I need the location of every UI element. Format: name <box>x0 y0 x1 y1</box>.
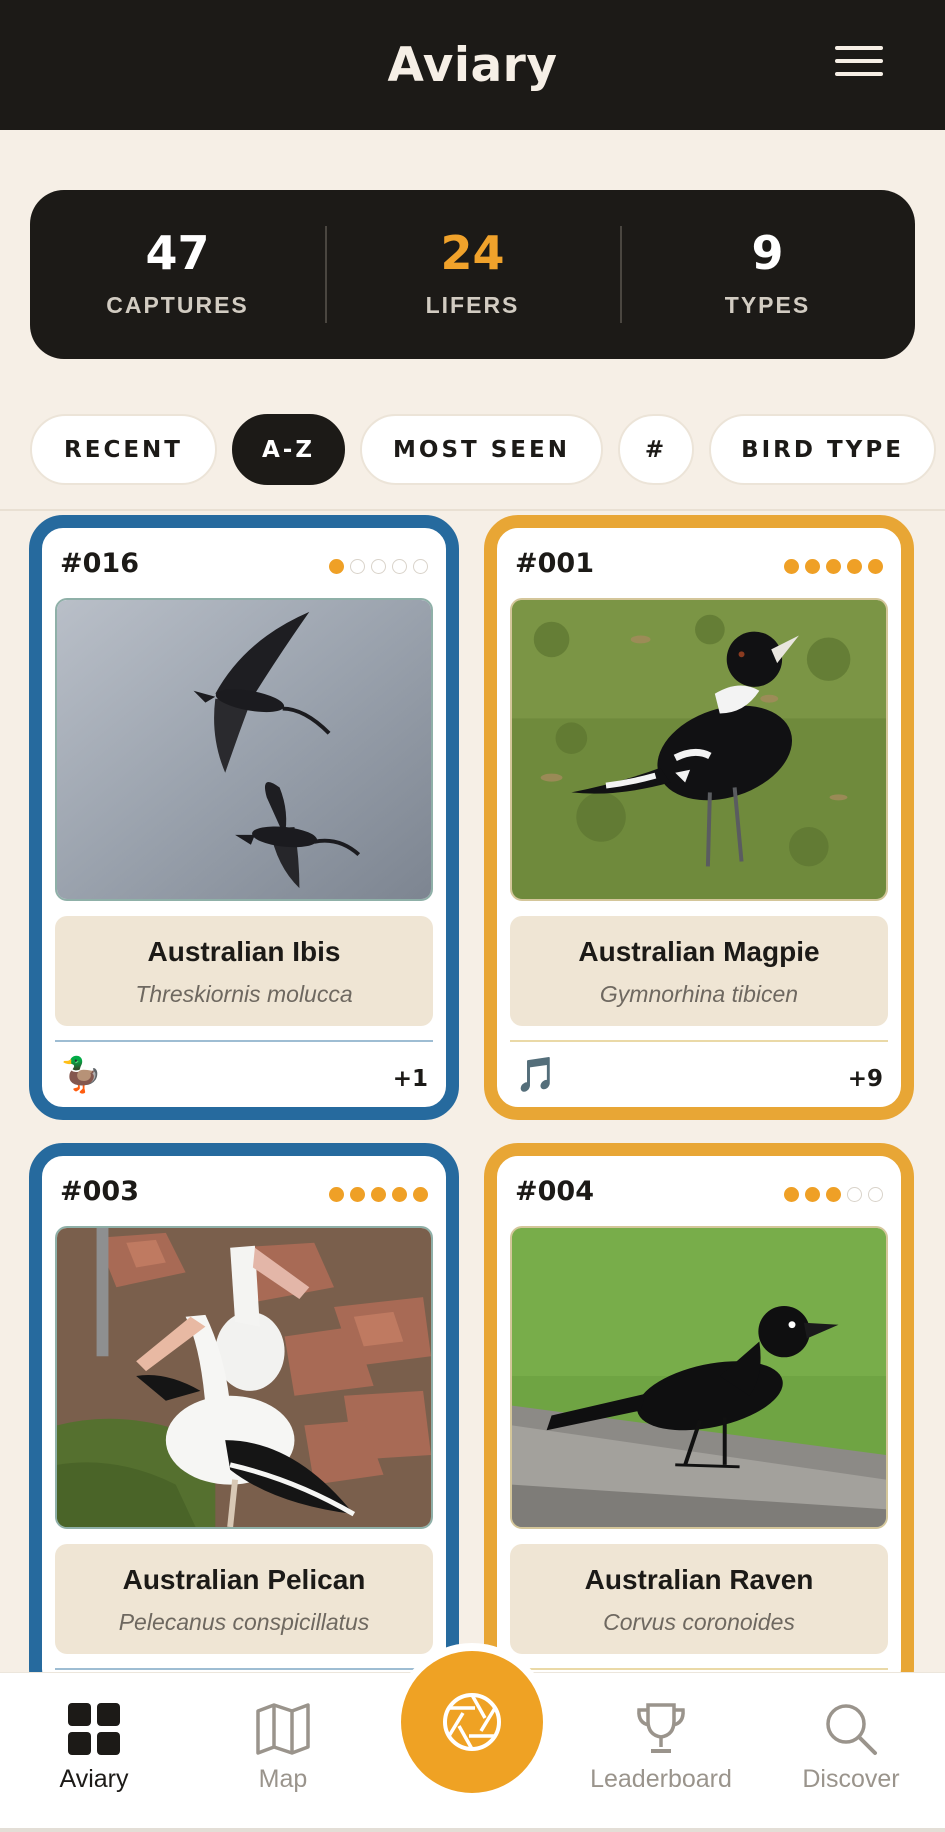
rating-dot <box>392 1187 407 1202</box>
rating-dot <box>784 559 799 574</box>
rating-dot <box>826 559 841 574</box>
nav-label: Leaderboard <box>590 1765 732 1793</box>
name-panel: Australian Ibis Threskiornis molucca <box>55 916 433 1026</box>
name-panel: Australian Magpie Gymnorhina tibicen <box>510 916 888 1026</box>
sighting-count: +1 <box>392 1066 428 1092</box>
card-divider <box>510 1668 888 1670</box>
nav-label: Aviary <box>59 1765 129 1793</box>
rating-dot <box>350 1187 365 1202</box>
scientific-name: Threskiornis molucca <box>135 981 353 1007</box>
bird-photo <box>55 1226 433 1529</box>
stats-summary: 47 CAPTURES 24 LIFERS 9 TYPES <box>30 190 915 359</box>
rating-dot <box>329 559 344 574</box>
bird-card-ibis[interactable]: #016 Australian Ibis Threskiornis molucc… <box>29 515 459 1120</box>
scientific-name: Gymnorhina tibicen <box>599 981 799 1007</box>
rating-dots <box>329 559 428 574</box>
rating-dot <box>371 1187 386 1202</box>
sighting-count: +9 <box>847 1066 883 1092</box>
scientific-name: Corvus coronoides <box>603 1609 795 1635</box>
duck-icon: 🦆 <box>60 1056 103 1094</box>
card-number: #016 <box>60 548 139 579</box>
stat-label: CAPTURES <box>106 292 249 318</box>
grid-icon <box>68 1703 120 1755</box>
rating-dot <box>329 1187 344 1202</box>
capture-button[interactable] <box>393 1643 551 1801</box>
rating-dot <box>350 559 365 574</box>
filter-bird-type[interactable]: BIRD TYPE <box>709 414 936 485</box>
filter-a-z[interactable]: A-Z <box>232 414 345 485</box>
stat-label: TYPES <box>724 292 811 318</box>
card-number: #003 <box>60 1176 139 1207</box>
sort-filter-bar: RECENT A-Z MOST SEEN # BIRD TYPE <box>30 414 945 485</box>
search-icon <box>826 1704 877 1755</box>
filter-number[interactable]: # <box>618 414 694 485</box>
rating-dots <box>329 1187 428 1202</box>
common-name: Australian Pelican <box>122 1564 366 1595</box>
bird-photo <box>55 598 433 901</box>
trophy-icon <box>637 1703 685 1753</box>
name-panel: Australian Raven Corvus coronoides <box>510 1544 888 1654</box>
app-header: Aviary <box>0 0 945 130</box>
bird-card-magpie[interactable]: #001 Australian Magpie Gymnorhina tibice… <box>484 515 914 1120</box>
scientific-name: Pelecanus conspicillatus <box>118 1609 370 1635</box>
rating-dot <box>847 559 862 574</box>
card-divider <box>510 1040 888 1042</box>
common-name: Australian Raven <box>584 1564 814 1595</box>
rating-dot <box>868 1187 883 1202</box>
music-note-icon: 🎵 <box>515 1056 558 1094</box>
bird-card-pelican[interactable]: #003 Australian Pelican Pelecanus conspi… <box>29 1143 459 1703</box>
stat-value: 24 <box>440 226 505 280</box>
rating-dot <box>847 1187 862 1202</box>
stat-lifers: 24 LIFERS <box>325 190 620 359</box>
filter-recent[interactable]: RECENT <box>30 414 217 485</box>
nav-map[interactable]: Map <box>208 1701 358 1794</box>
rating-dot <box>413 1187 428 1202</box>
nav-aviary[interactable]: Aviary <box>19 1701 169 1794</box>
bird-card-raven[interactable]: #004 Australian Raven Corvus coronoides <box>484 1143 914 1703</box>
nav-leaderboard[interactable]: Leaderboard <box>586 1701 736 1794</box>
nav-label: Discover <box>802 1765 900 1793</box>
common-name: Australian Magpie <box>578 936 820 967</box>
rating-dots <box>784 1187 883 1202</box>
stat-captures: 47 CAPTURES <box>30 190 325 359</box>
rating-dot <box>371 559 386 574</box>
rating-dot <box>868 559 883 574</box>
rating-dot <box>826 1187 841 1202</box>
common-name: Australian Ibis <box>147 936 341 967</box>
card-divider <box>55 1668 433 1670</box>
rating-dot <box>392 559 407 574</box>
rating-dot <box>805 559 820 574</box>
filter-most-seen[interactable]: MOST SEEN <box>360 414 603 485</box>
card-number: #001 <box>515 548 594 579</box>
stat-label: LIFERS <box>425 292 520 318</box>
rating-dot <box>413 559 428 574</box>
rating-dot <box>805 1187 820 1202</box>
nav-discover[interactable]: Discover <box>776 1701 926 1794</box>
nav-label: Map <box>258 1765 308 1793</box>
stat-value: 9 <box>751 226 784 280</box>
rating-dots <box>784 559 883 574</box>
stat-types: 9 TYPES <box>620 190 915 359</box>
map-icon <box>256 1703 310 1755</box>
bird-photo <box>510 598 888 901</box>
bird-photo <box>510 1226 888 1529</box>
card-number: #004 <box>515 1176 594 1207</box>
stat-value: 47 <box>145 226 210 280</box>
camera-aperture-icon <box>443 1693 501 1751</box>
card-divider <box>55 1040 433 1042</box>
name-panel: Australian Pelican Pelecanus conspicilla… <box>55 1544 433 1654</box>
rating-dot <box>784 1187 799 1202</box>
system-home-bar <box>0 1828 945 1832</box>
hamburger-menu-icon[interactable] <box>835 46 883 76</box>
divider <box>0 509 945 511</box>
app-title: Aviary <box>387 37 558 93</box>
